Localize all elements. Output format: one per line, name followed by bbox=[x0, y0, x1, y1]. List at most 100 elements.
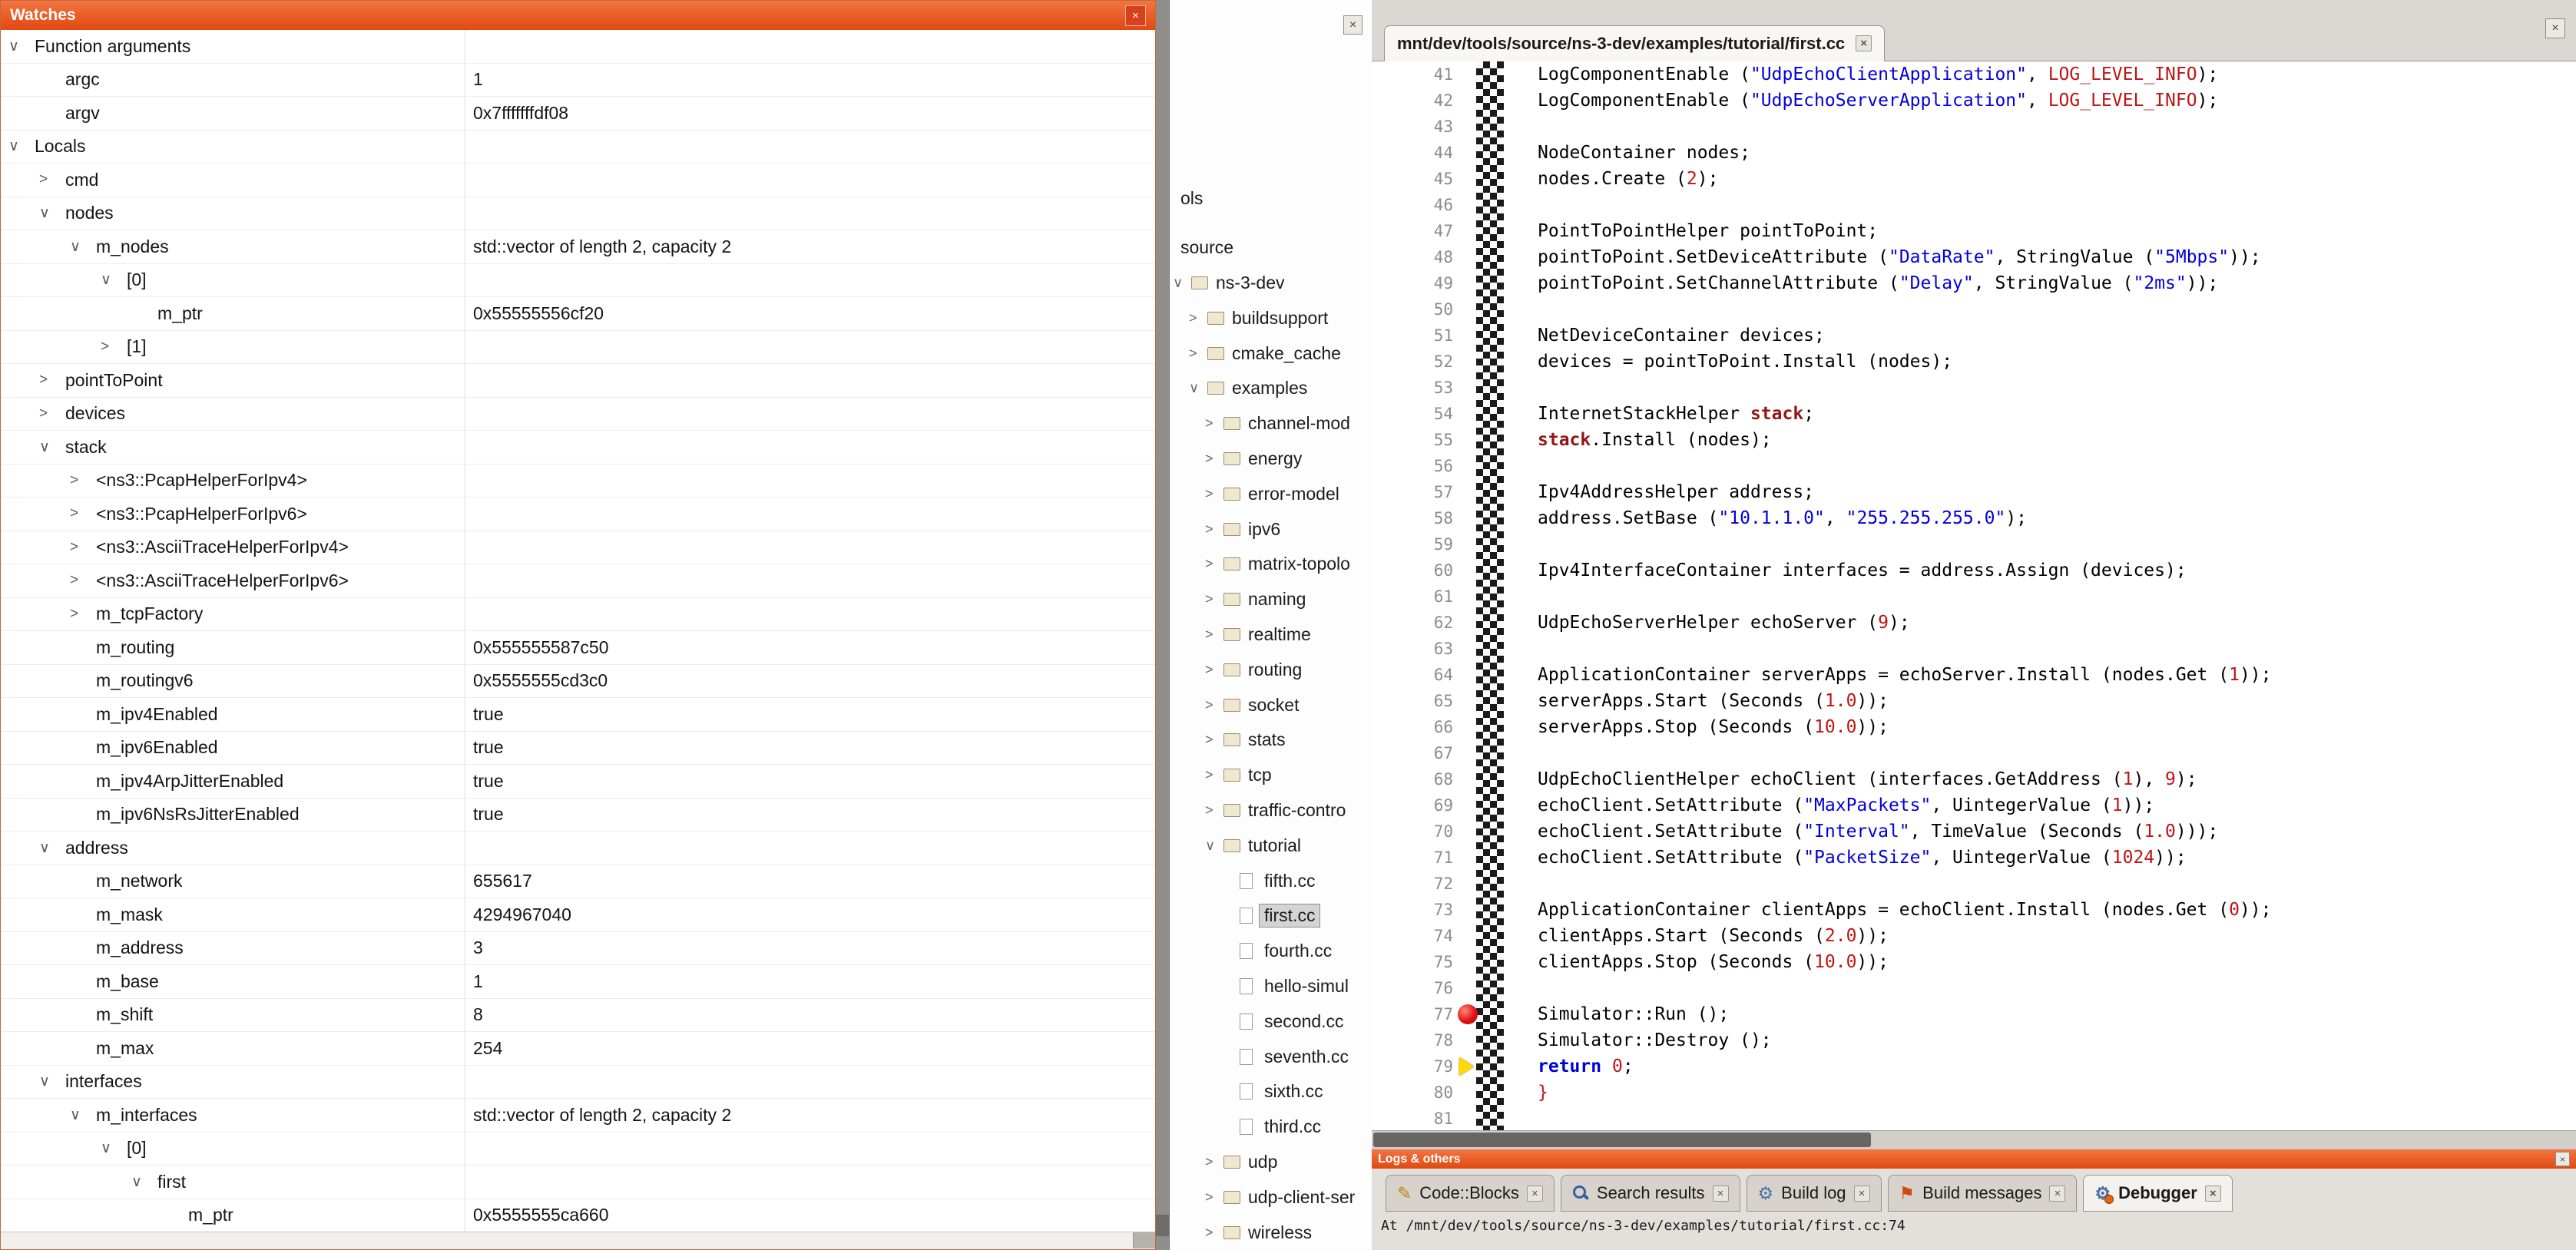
code-line[interactable]: echoClient.SetAttribute ("MaxPackets", U… bbox=[1538, 792, 2576, 818]
watch-row[interactable]: ><ns3::PcapHelperForIpv6> bbox=[1, 498, 1155, 531]
marker-cell[interactable] bbox=[1464, 192, 1476, 218]
watch-row[interactable]: argv0x7fffffffdf08 bbox=[1, 97, 1155, 131]
breakpoint-icon[interactable] bbox=[1458, 1004, 1478, 1024]
marker-cell[interactable] bbox=[1464, 949, 1476, 975]
tree-expander-icon[interactable]: > bbox=[1189, 346, 1207, 362]
watch-row[interactable]: m_address3 bbox=[1, 932, 1155, 966]
marker-cell[interactable] bbox=[1464, 818, 1476, 845]
code-line[interactable] bbox=[1538, 296, 2576, 322]
watch-row[interactable]: ∨[0] bbox=[1, 1133, 1155, 1166]
file-tree-item[interactable]: >socket bbox=[1170, 687, 1372, 723]
file-tree-item[interactable]: >matrix-topolo bbox=[1170, 547, 1372, 582]
code-line[interactable] bbox=[1538, 531, 2576, 557]
file-tree-item[interactable]: fifth.cc bbox=[1170, 863, 1372, 898]
watch-row[interactable]: m_ipv6Enabledtrue bbox=[1, 732, 1155, 766]
marker-cell[interactable] bbox=[1464, 845, 1476, 871]
file-tree-item[interactable]: >udp bbox=[1170, 1145, 1372, 1180]
watch-row[interactable]: m_base1 bbox=[1, 965, 1155, 999]
file-tree-item[interactable]: source bbox=[1170, 230, 1372, 266]
divider-grip[interactable] bbox=[1156, 1215, 1169, 1236]
watches-close-icon[interactable]: × bbox=[1125, 5, 1146, 26]
code-line[interactable]: UdpEchoServerHelper echoServer (9); bbox=[1538, 610, 2576, 636]
marker-cell[interactable] bbox=[1464, 531, 1476, 557]
marker-cell[interactable] bbox=[1464, 662, 1476, 688]
tree-expander-icon[interactable]: > bbox=[99, 339, 127, 355]
editor-file-tab[interactable]: mnt/dev/tools/source/ns-3-dev/examples/t… bbox=[1384, 25, 1885, 61]
marker-cell[interactable] bbox=[1464, 401, 1476, 427]
tree-expander-icon[interactable]: ∨ bbox=[38, 438, 65, 456]
marker-cell[interactable] bbox=[1464, 766, 1476, 792]
file-tree-item[interactable]: ols bbox=[1170, 181, 1372, 217]
panel-divider-strip[interactable] bbox=[1156, 0, 1169, 1250]
logs-tab-debugger[interactable]: ⚙Debugger× bbox=[2083, 1175, 2232, 1212]
file-tree-item[interactable]: >naming bbox=[1170, 582, 1372, 617]
marker-cell[interactable] bbox=[1464, 296, 1476, 322]
tree-expander-icon[interactable]: ∨ bbox=[130, 1173, 157, 1191]
tab-close-icon[interactable]: × bbox=[2205, 1186, 2221, 1202]
watch-row[interactable]: ∨[0] bbox=[1, 264, 1155, 298]
code-line[interactable]: nodes.Create (2); bbox=[1538, 166, 2576, 192]
tree-expander-icon[interactable]: > bbox=[1189, 310, 1207, 326]
code-line[interactable] bbox=[1538, 975, 2576, 1001]
marker-cell[interactable] bbox=[1464, 584, 1476, 610]
tree-expander-icon[interactable]: > bbox=[1205, 591, 1223, 607]
tree-expander-icon[interactable]: > bbox=[1205, 486, 1223, 502]
code-line[interactable]: Ipv4InterfaceContainer interfaces = addr… bbox=[1538, 557, 2576, 584]
watch-row[interactable]: ∨address bbox=[1, 832, 1155, 865]
marker-cell[interactable] bbox=[1464, 322, 1476, 349]
tree-expander-icon[interactable]: > bbox=[68, 572, 96, 589]
marker-cell[interactable] bbox=[1464, 218, 1476, 244]
watch-row[interactable]: >cmd bbox=[1, 164, 1155, 197]
marker-cell[interactable] bbox=[1464, 140, 1476, 166]
marker-cell[interactable] bbox=[1464, 349, 1476, 375]
code-line[interactable]: echoClient.SetAttribute ("PacketSize", U… bbox=[1538, 845, 2576, 871]
marker-cell[interactable] bbox=[1464, 871, 1476, 897]
watch-row[interactable]: ><ns3::PcapHelperForIpv4> bbox=[1, 465, 1155, 498]
watch-row[interactable]: m_routingv60x5555555cd3c0 bbox=[1, 665, 1155, 699]
file-tree-item[interactable]: fourth.cc bbox=[1170, 934, 1372, 969]
tab-close-icon[interactable]: × bbox=[1713, 1186, 1729, 1202]
watch-row[interactable]: ∨m_interfacesstd::vector of length 2, ca… bbox=[1, 1099, 1155, 1133]
code-line[interactable]: NodeContainer nodes; bbox=[1538, 140, 2576, 166]
marker-cell[interactable] bbox=[1464, 975, 1476, 1001]
logs-tab-build-messages[interactable]: ⚑Build messages× bbox=[1888, 1175, 2078, 1212]
logs-titlebar[interactable]: Logs & others × bbox=[1372, 1149, 2576, 1169]
code-line[interactable] bbox=[1538, 1106, 2576, 1131]
logs-close-icon[interactable]: × bbox=[2555, 1152, 2570, 1166]
watch-row[interactable]: m_ipv6NsRsJitterEnabledtrue bbox=[1, 799, 1155, 832]
tree-expander-icon[interactable]: ∨ bbox=[38, 839, 65, 857]
watch-row[interactable]: ∨interfaces bbox=[1, 1066, 1155, 1100]
watches-titlebar[interactable]: Watches × bbox=[1, 1, 1155, 30]
file-tree-item[interactable]: ∨tutorial bbox=[1170, 828, 1372, 863]
editor-notebook-close-icon[interactable]: × bbox=[2545, 18, 2565, 38]
watch-row[interactable]: >devices bbox=[1, 398, 1155, 432]
marker-cell[interactable] bbox=[1464, 1053, 1476, 1080]
file-tree-item[interactable]: >ipv6 bbox=[1170, 511, 1372, 547]
tree-expander-icon[interactable]: > bbox=[1205, 1225, 1223, 1241]
code-line[interactable]: return 0; bbox=[1538, 1053, 2576, 1080]
marker-cell[interactable] bbox=[1464, 897, 1476, 923]
watch-row[interactable]: m_network655617 bbox=[1, 865, 1155, 899]
code-line[interactable]: ApplicationContainer serverApps = echoSe… bbox=[1538, 662, 2576, 688]
code-line[interactable] bbox=[1538, 871, 2576, 897]
watch-row[interactable]: >m_tcpFactory bbox=[1, 598, 1155, 632]
code-line[interactable]: UdpEchoClientHelper echoClient (interfac… bbox=[1538, 766, 2576, 792]
code-line[interactable]: ApplicationContainer clientApps = echoCl… bbox=[1538, 897, 2576, 923]
code-line[interactable]: echoClient.SetAttribute ("Interval", Tim… bbox=[1538, 818, 2576, 845]
code-line[interactable]: Ipv4AddressHelper address; bbox=[1538, 479, 2576, 505]
tree-expander-icon[interactable]: > bbox=[1205, 556, 1223, 572]
code-lines[interactable]: LogComponentEnable ("UdpEchoClientApplic… bbox=[1504, 61, 2576, 1131]
fold-margin-checker[interactable] bbox=[1476, 61, 1504, 1131]
code-line[interactable] bbox=[1538, 740, 2576, 766]
watch-row[interactable]: ∨Locals bbox=[1, 131, 1155, 164]
code-line[interactable] bbox=[1538, 453, 2576, 479]
marker-cell[interactable] bbox=[1464, 636, 1476, 662]
code-line[interactable]: serverApps.Start (Seconds (1.0)); bbox=[1538, 688, 2576, 714]
tab-close-icon[interactable]: × bbox=[1854, 1186, 1870, 1202]
tree-expander-icon[interactable]: ∨ bbox=[1189, 380, 1207, 396]
watch-row[interactable]: >[1] bbox=[1, 331, 1155, 365]
tree-expander-icon[interactable]: ∨ bbox=[68, 1106, 96, 1124]
marker-cell[interactable] bbox=[1464, 88, 1476, 114]
marker-cell[interactable] bbox=[1464, 1027, 1476, 1053]
file-tree-item[interactable]: ∨ns-3-dev bbox=[1170, 266, 1372, 301]
